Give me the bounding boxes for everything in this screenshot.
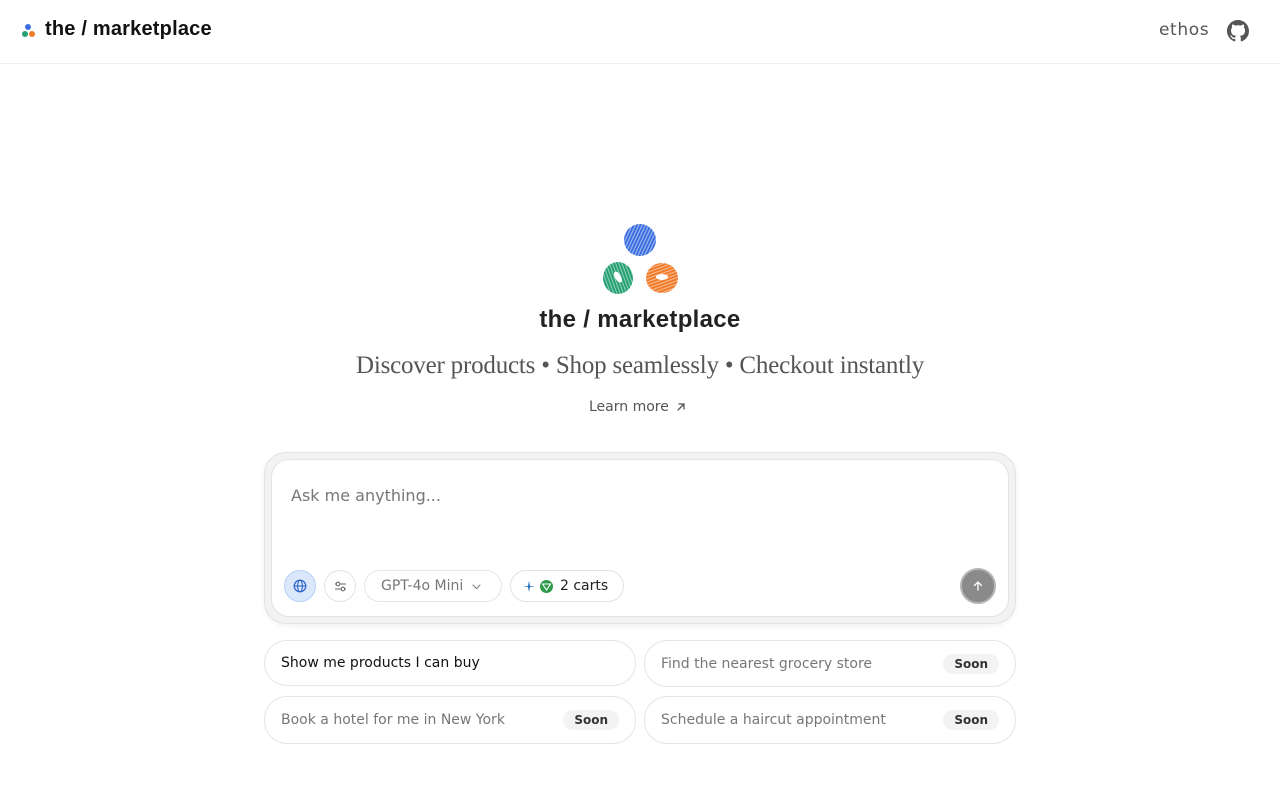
brand-name: the / marketplace [45,18,212,40]
model-selector[interactable]: GPT-4o Mini [364,570,502,602]
carts-label: 2 carts [560,578,609,594]
learn-more-label: Learn more [589,399,669,415]
soon-badge: Soon [943,653,999,674]
hero-title: the / marketplace [539,306,741,333]
model-name: GPT-4o Mini [381,578,464,594]
hero-tagline: Discover products • Shop seamlessly • Ch… [355,352,925,379]
suggestion-label: Schedule a haircut appointment [661,712,886,728]
suggestion-item[interactable]: Find the nearest grocery store Soon [644,640,1016,687]
brand-logo-icon [20,22,36,38]
suggestion-label: Show me products I can buy [281,655,480,671]
suggestion-item[interactable]: Schedule a haircut appointment Soon [644,696,1016,744]
marketplace-logo-icon [603,224,678,294]
chevron-down-icon [472,583,481,589]
brand-link[interactable]: the / marketplace [20,18,212,41]
arrow-up-right-icon [677,403,685,411]
ethos-link[interactable]: ethos [1159,20,1209,40]
web-search-toggle[interactable] [284,570,316,602]
settings-button[interactable] [324,570,356,602]
send-button[interactable] [960,568,996,604]
prompt-input[interactable] [291,480,931,510]
suggestion-label: Find the nearest grocery store [661,655,873,672]
carts-button[interactable]: 2 carts [510,570,624,602]
soon-badge: Soon [563,710,619,730]
arrow-up-icon [973,581,983,591]
github-icon[interactable] [1227,20,1249,42]
suggestion-label: Book a hotel for me in New York [281,712,505,728]
sliders-icon [334,581,346,591]
learn-more-link[interactable]: Learn more [589,399,687,415]
suggestion-item[interactable]: Show me products I can buy [264,640,636,686]
globe-icon [293,579,307,593]
soon-badge: Soon [943,710,999,730]
cart-providers-icon [522,579,554,594]
suggestion-item[interactable]: Book a hotel for me in New York Soon [264,696,636,744]
top-header: the / marketplace ethos [0,0,1280,64]
